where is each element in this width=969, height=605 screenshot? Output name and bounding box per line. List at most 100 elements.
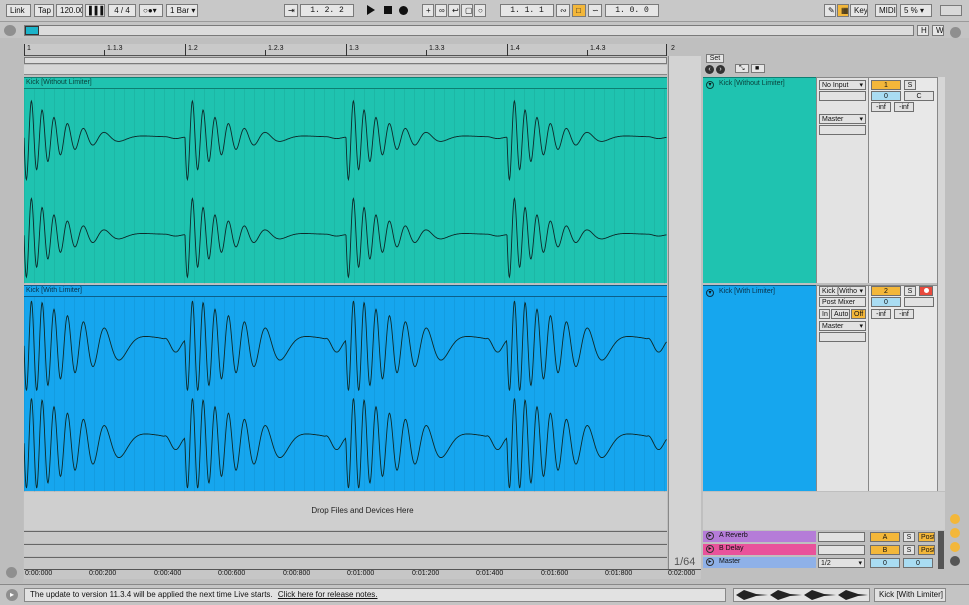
punch-in-icon[interactable]: ∾: [556, 4, 570, 17]
overview-viewport[interactable]: [25, 26, 39, 35]
record-icon[interactable]: [399, 6, 408, 15]
return-header-b[interactable]: ▸ B Delay: [703, 544, 816, 555]
overview-track[interactable]: [24, 25, 914, 36]
track-activator[interactable]: 1: [871, 80, 901, 90]
metronome-icon[interactable]: ○●▾: [139, 4, 163, 17]
track-header-1[interactable]: ▾ Kick [Without Limiter]: [703, 77, 816, 283]
return-a-input[interactable]: [818, 532, 865, 542]
signature-field[interactable]: 4 / 4: [108, 4, 136, 17]
play-icon[interactable]: [367, 5, 375, 15]
edge-button-icon[interactable]: [950, 556, 960, 566]
info-toggle-icon[interactable]: ▸: [6, 589, 18, 601]
master-lane[interactable]: [24, 557, 667, 569]
output-channel-select[interactable]: [819, 332, 866, 342]
pan-field[interactable]: C: [904, 91, 934, 101]
h-button[interactable]: H: [917, 25, 929, 36]
return-b-solo[interactable]: S: [903, 545, 915, 555]
mini-waveform-preview[interactable]: [733, 588, 870, 602]
master-output-select[interactable]: 1/2 ▾: [818, 558, 865, 568]
return-b-input[interactable]: [818, 545, 865, 555]
w-button[interactable]: W: [932, 25, 944, 36]
zoom-icon[interactable]: [6, 567, 17, 578]
return-b-letter[interactable]: B: [870, 545, 900, 555]
volume-field[interactable]: 0: [871, 297, 901, 307]
link-button[interactable]: Link: [6, 4, 31, 17]
stop-icon[interactable]: [384, 6, 392, 14]
position-field[interactable]: 1. 2. 2: [300, 4, 354, 17]
locator-strip[interactable]: [24, 65, 667, 75]
lock-icon[interactable]: ■: [751, 64, 765, 73]
track-name[interactable]: Kick [With Limiter]: [719, 288, 775, 295]
session-record-icon[interactable]: ○: [474, 4, 486, 17]
return-a-letter[interactable]: A: [870, 532, 900, 542]
input-type-select[interactable]: Kick [Witho ▾: [819, 286, 866, 296]
master-header[interactable]: ▸ Master: [703, 557, 816, 568]
output-select[interactable]: Master ▾: [819, 321, 866, 331]
solo-button[interactable]: S: [904, 286, 916, 296]
pan-field[interactable]: [904, 297, 934, 307]
overview-toggle-icon[interactable]: [4, 25, 16, 36]
key-map-icon[interactable]: ▦: [837, 4, 849, 17]
midi-map-button[interactable]: MIDI: [875, 4, 897, 17]
follow-icon[interactable]: ⇥: [284, 4, 298, 17]
monitor-in-button[interactable]: In: [819, 309, 830, 319]
input-channel-select[interactable]: Post Mixer: [819, 297, 866, 307]
loop-switch-icon[interactable]: □: [572, 4, 586, 17]
return-a-post[interactable]: Post: [918, 532, 935, 542]
automation-arm-icon[interactable]: ∞: [435, 4, 447, 17]
solo-button[interactable]: S: [904, 80, 916, 90]
monitor-auto-button[interactable]: Auto: [831, 309, 850, 319]
play-icon[interactable]: ▸: [706, 545, 714, 553]
key-map-button[interactable]: Key: [850, 4, 868, 17]
clip-kick-without-limiter[interactable]: Kick [Without Limiter]: [24, 77, 667, 284]
return-lane-b[interactable]: [24, 544, 667, 556]
loop-length-field[interactable]: 1. 0. 0: [605, 4, 659, 17]
grid-fraction-label[interactable]: 1/64: [674, 556, 695, 568]
punch-out-icon[interactable]: ∽: [588, 4, 602, 17]
set-button[interactable]: Set: [706, 54, 724, 63]
play-icon[interactable]: ▸: [706, 558, 714, 566]
track-activator[interactable]: 2: [871, 286, 901, 296]
vertical-scroll-strip[interactable]: [937, 77, 945, 491]
edge-button-icon[interactable]: [950, 542, 960, 552]
tempo-field[interactable]: 120.00: [56, 4, 83, 17]
output-channel-select[interactable]: [819, 125, 866, 135]
draw-mode-icon[interactable]: ✎: [824, 4, 836, 17]
return-lane-a[interactable]: [24, 531, 667, 543]
quantize-select[interactable]: 1 Bar ▾: [166, 4, 198, 17]
expand-icon[interactable]: ⤡: [735, 64, 749, 73]
track-name[interactable]: Kick [Without Limiter]: [719, 80, 785, 87]
loop-start-field[interactable]: 1. 1. 1: [500, 4, 554, 17]
back-to-arrangement-icon[interactable]: ↩: [448, 4, 460, 17]
selected-track-box[interactable]: Kick [With Limiter]: [874, 588, 946, 602]
play-icon[interactable]: ▸: [706, 532, 714, 540]
master-volume[interactable]: 0: [870, 558, 900, 568]
beat-ruler[interactable]: 1 1.1.3 1.2 1.2.3 1.3 1.3.3 1.4 1.4.3: [24, 44, 667, 56]
return-header-a[interactable]: ▸ A Reverb: [703, 531, 816, 542]
fold-icon[interactable]: ▾: [706, 289, 714, 297]
return-b-post[interactable]: Post: [918, 545, 935, 555]
return-a-solo[interactable]: S: [903, 532, 915, 542]
edge-button-icon[interactable]: [950, 528, 960, 538]
edge-button-icon[interactable]: [950, 514, 960, 524]
fold-icon[interactable]: ▾: [706, 81, 714, 89]
clip-kick-with-limiter[interactable]: Kick [With Limiter]: [24, 285, 667, 492]
input-type-select[interactable]: No Input ▾: [819, 80, 866, 90]
release-notes-link[interactable]: Click here for release notes.: [278, 590, 378, 599]
overdub-icon[interactable]: +: [422, 4, 434, 17]
loop-brace[interactable]: [24, 57, 667, 64]
master-pan[interactable]: 0: [903, 558, 933, 568]
track-header-2[interactable]: ▾ Kick [With Limiter]: [703, 285, 816, 491]
nudge-icon[interactable]: ▌▌▌: [85, 4, 105, 17]
capture-icon[interactable]: ▢: [461, 4, 473, 17]
add-locator-icon[interactable]: ‹: [705, 65, 714, 74]
arm-button[interactable]: [919, 286, 933, 296]
next-locator-icon[interactable]: ›: [716, 65, 725, 74]
output-select[interactable]: Master ▾: [819, 114, 866, 124]
time-ruler[interactable]: 0:00:000 0:00:200 0:00:400 0:00:600 0:00…: [24, 569, 701, 579]
input-channel-select[interactable]: [819, 91, 866, 101]
browser-toggle-icon[interactable]: [950, 27, 961, 38]
volume-field[interactable]: 0: [871, 91, 901, 101]
tap-button[interactable]: Tap: [34, 4, 54, 17]
drop-zone[interactable]: Drop Files and Devices Here: [24, 492, 667, 530]
